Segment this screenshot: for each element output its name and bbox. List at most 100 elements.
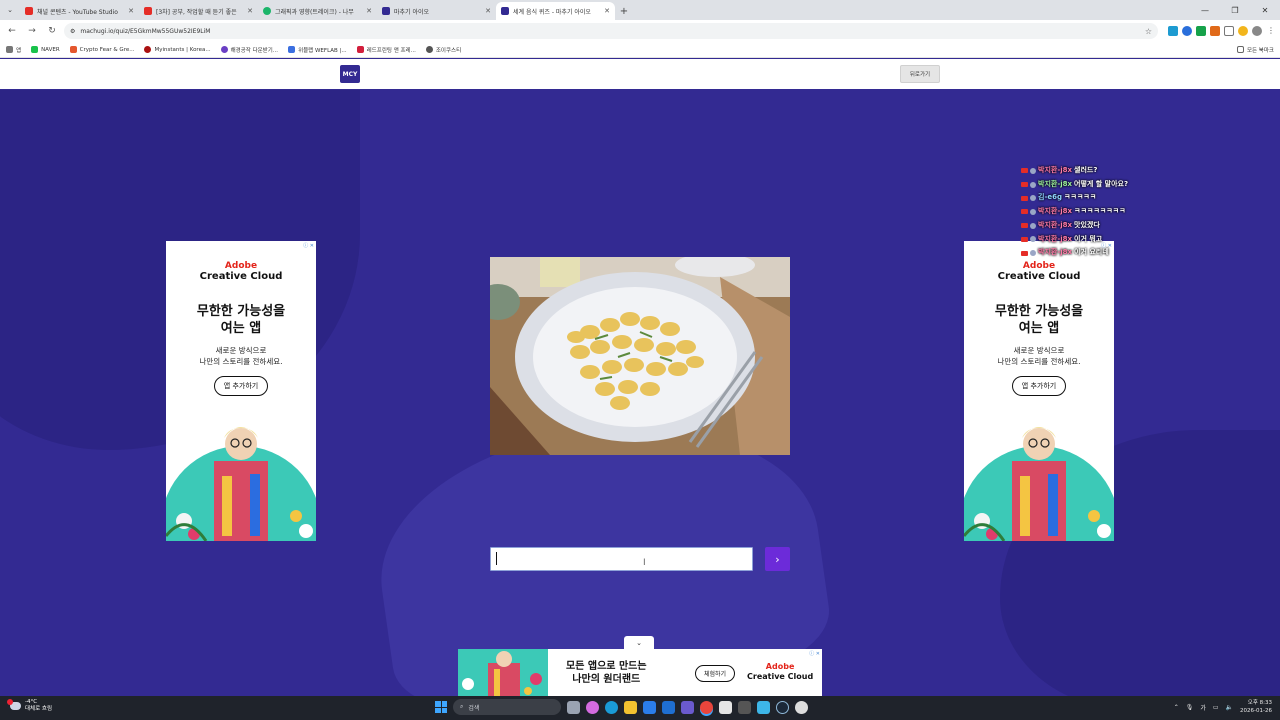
right-ad-banner[interactable]: ⓘ ✕ Adobe Creative Cloud 무한한 가능성을 여는 앱 새… bbox=[964, 241, 1114, 541]
chat-message: 박지환-j8x 이거 요리네 bbox=[1021, 246, 1181, 260]
reload-icon[interactable]: ↻ bbox=[44, 23, 60, 39]
notepad-icon[interactable] bbox=[757, 700, 770, 714]
avatar bbox=[1030, 222, 1036, 229]
bookmark-star-icon[interactable]: ☆ bbox=[1145, 27, 1152, 36]
tab-search-icon[interactable]: ⌄ bbox=[0, 0, 20, 20]
bottom-ad-banner[interactable]: 모든 앱으로 만드는 나만의 원더랜드 체험하기 Adobe Creative … bbox=[458, 649, 822, 696]
submit-answer-button[interactable]: › bbox=[765, 547, 790, 571]
back-button[interactable]: 뒤로가기 bbox=[900, 65, 940, 83]
bookmark-item[interactable]: 위블랩 WEFLAB |... bbox=[288, 46, 347, 54]
answer-input[interactable] bbox=[490, 547, 753, 571]
address-bar[interactable]: ⚙ machugi.io/quiz/E5GkmMw55GUw52IE9LiM ☆ bbox=[64, 23, 1158, 39]
ad-brand-line: Creative Cloud bbox=[747, 672, 814, 681]
ad-headline-line: 여는 앱 bbox=[1018, 321, 1060, 336]
extension-icon[interactable] bbox=[1238, 26, 1248, 36]
profile-icon[interactable] bbox=[1252, 26, 1262, 36]
browser-tab-active[interactable]: 세계 음식 퀴즈 - 마추기 아이오 ✕ bbox=[496, 2, 615, 20]
avatar bbox=[1030, 167, 1036, 174]
ad-brand: Adobe bbox=[224, 261, 258, 271]
browser-tab[interactable]: 채널 콘텐츠 - YouTube Studio ✕ bbox=[20, 2, 139, 20]
puzzle-icon[interactable] bbox=[1224, 26, 1234, 36]
apps-grid-icon bbox=[6, 46, 13, 53]
back-arrow-icon[interactable]: ← bbox=[4, 23, 20, 39]
ime-indicator[interactable]: 가 bbox=[1200, 703, 1206, 712]
weather-widget[interactable]: -4°C 대체로 흐림 bbox=[7, 699, 53, 713]
ad-subtext-line: 나만의 스토리를 전하세요. bbox=[997, 357, 1081, 366]
volume-icon[interactable]: 🔈 bbox=[1226, 704, 1233, 711]
site-logo[interactable]: MCY bbox=[340, 65, 360, 83]
network-icon[interactable]: ▭ bbox=[1213, 704, 1219, 711]
all-bookmarks-folder[interactable]: 모든 북마크 bbox=[1236, 46, 1274, 54]
task-view-icon[interactable] bbox=[567, 700, 580, 714]
extension-icon[interactable] bbox=[1210, 26, 1220, 36]
ad-cta-button[interactable]: 앱 추가하기 bbox=[213, 376, 269, 396]
store-icon[interactable] bbox=[643, 700, 656, 714]
browser-tab[interactable]: 그래픽과 영향(트레이크) - 나무 ✕ bbox=[258, 2, 377, 20]
bookmark-item[interactable]: 레드프린팅 앤 프레... bbox=[356, 46, 416, 54]
bookmark-item[interactable]: NAVER bbox=[31, 46, 60, 53]
tab-title: 채널 콘텐츠 - YouTube Studio bbox=[37, 8, 118, 16]
tab-title: 그래픽과 영향(트레이크) - 나무 bbox=[275, 8, 354, 16]
steam-icon[interactable] bbox=[776, 700, 789, 714]
text-cursor-icon: I bbox=[643, 558, 646, 568]
teams-icon[interactable] bbox=[681, 700, 694, 714]
browser-tab[interactable]: [3차] 공부, 작업할 때 듣기 좋은 ✕ bbox=[139, 2, 258, 20]
ad-cta-button[interactable]: 체험하기 bbox=[695, 665, 736, 682]
close-window-icon[interactable]: ✕ bbox=[1250, 0, 1280, 20]
chevron-up-icon[interactable]: ⌃ bbox=[1174, 704, 1179, 711]
bookmark-label: 모든 북마크 bbox=[1246, 47, 1274, 54]
left-ad-banner[interactable]: ⓘ ✕ Adobe Creative Cloud 무한한 가능성을 여는 앱 새… bbox=[166, 241, 316, 541]
clock[interactable]: 오후 8:33 2026-01-26 bbox=[1240, 699, 1272, 715]
new-tab-button[interactable]: + bbox=[615, 2, 633, 20]
app-icon[interactable] bbox=[738, 700, 751, 714]
site-info-icon[interactable]: ⚙ bbox=[70, 28, 75, 35]
bookmark-item[interactable]: Crypto Fear & Gre... bbox=[69, 46, 134, 53]
close-icon[interactable]: ✕ bbox=[128, 7, 134, 15]
extension-icon[interactable] bbox=[1196, 26, 1206, 36]
extension-icon[interactable] bbox=[1182, 26, 1192, 36]
weather-desc: 대체로 흐림 bbox=[25, 706, 53, 712]
search-placeholder: 검색 bbox=[468, 704, 480, 712]
ad-cta-button[interactable]: 앱 추가하기 bbox=[1011, 376, 1067, 396]
microphone-icon[interactable]: 🎙 bbox=[1186, 704, 1194, 711]
close-icon[interactable]: ✕ bbox=[247, 7, 253, 15]
forward-arrow-icon[interactable]: → bbox=[24, 23, 40, 39]
menu-dots-icon[interactable]: ⋮ bbox=[1266, 26, 1276, 36]
browser-tab[interactable]: 마추기 아이오 ✕ bbox=[377, 2, 496, 20]
avatar bbox=[1030, 181, 1036, 188]
naver-icon bbox=[31, 46, 39, 53]
mail-icon[interactable] bbox=[662, 700, 675, 714]
ad-choices-icon[interactable]: ⓘ ✕ bbox=[303, 242, 314, 249]
bookmark-label: NAVER bbox=[41, 46, 60, 53]
bookmark-item[interactable]: 조이쿠스티 bbox=[425, 46, 461, 54]
windows-start-icon[interactable] bbox=[435, 701, 447, 713]
tab-title: 마추기 아이오 bbox=[394, 8, 430, 16]
bookmark-item[interactable]: Myinstants | Korea... bbox=[144, 46, 211, 53]
edge-icon[interactable] bbox=[605, 700, 618, 714]
chrome-icon[interactable] bbox=[700, 700, 713, 714]
file-explorer-icon[interactable] bbox=[624, 700, 637, 714]
taskbar-search[interactable]: ⌕ 검색 bbox=[453, 699, 561, 715]
taskbar-apps: ⌕ 검색 bbox=[435, 699, 808, 715]
collapse-ad-button[interactable]: ⌄ bbox=[624, 636, 654, 649]
copilot-icon[interactable] bbox=[586, 700, 599, 714]
close-icon[interactable]: ✕ bbox=[485, 7, 491, 15]
minimize-icon[interactable]: — bbox=[1190, 0, 1220, 20]
youtube-icon bbox=[1021, 195, 1028, 201]
text-caret bbox=[496, 552, 497, 565]
close-icon[interactable]: ✕ bbox=[366, 7, 372, 15]
chat-message: 박지환-j8x 이거 뭐고 bbox=[1021, 233, 1181, 247]
bookmark-item[interactable]: 해경공작 다운받기... bbox=[220, 46, 278, 54]
app-icon[interactable] bbox=[719, 700, 732, 714]
youtube-icon bbox=[25, 7, 33, 15]
extension-icon[interactable] bbox=[1168, 26, 1178, 36]
youtube-icon bbox=[1021, 182, 1028, 188]
ad-choices-icon[interactable]: ⓘ ✕ bbox=[809, 650, 820, 657]
close-icon[interactable]: ✕ bbox=[604, 7, 610, 15]
obs-icon[interactable] bbox=[795, 700, 808, 714]
bookmark-item[interactable]: 앱 bbox=[6, 46, 21, 54]
ad-headline-line: 모든 앱으로 만드는 bbox=[566, 661, 647, 672]
globe-icon bbox=[425, 46, 433, 53]
maximize-icon[interactable]: ❐ bbox=[1220, 0, 1250, 20]
chat-text: ㅋㅋㅋㅋㅋㅋㅋㅋ bbox=[1074, 207, 1126, 216]
